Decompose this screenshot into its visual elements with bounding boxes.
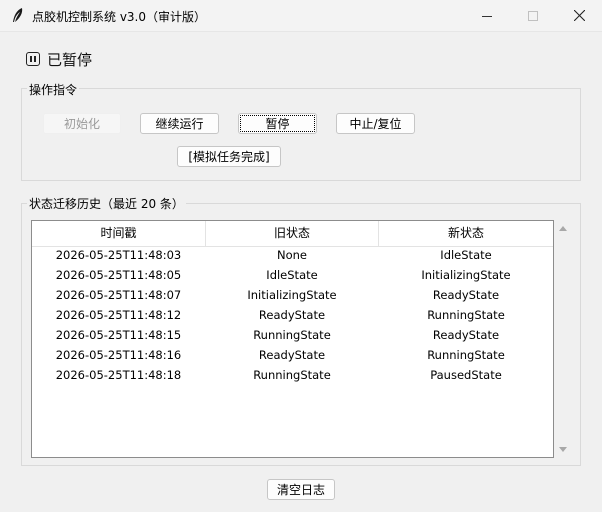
operations-group [21,88,581,181]
timestamp-cell: 2026-05-25T11:48:16 [55,348,182,362]
resume-button[interactable]: 继续运行 [140,113,219,134]
old-state-cell: RunningState [253,368,331,382]
table-header: 时间戳 旧状态 新状态 [32,221,553,247]
scroll-down-arrow-icon[interactable] [558,446,568,454]
window-title: 点胶机控制系统 v3.0（审计版） [32,10,207,24]
table-row[interactable]: 2026-05-25T11:48:03 None IdleState [32,245,553,265]
minimize-button[interactable] [464,0,510,31]
column-header-new-state[interactable]: 新状态 [379,221,553,246]
close-icon [573,10,585,21]
timestamp-cell: 2026-05-25T11:48:12 [55,308,182,322]
timestamp-cell: 2026-05-25T11:48:05 [55,268,182,282]
pause-icon [26,52,40,66]
table-row[interactable]: 2026-05-25T11:48:12 ReadyState RunningSt… [32,305,553,325]
status-text: 已暂停 [47,50,93,69]
history-group-label: 状态迁移历史（最近 20 条） [27,195,186,212]
new-state-cell: InitializingState [421,268,511,282]
old-state-cell: InitializingState [247,288,337,302]
new-state-cell: RunningState [427,308,505,322]
simulate-complete-button[interactable]: [模拟任务完成] [177,146,281,167]
status-indicator: 已暂停 [26,49,92,69]
table-row[interactable]: 2026-05-25T11:48:18 RunningState PausedS… [32,365,553,385]
maximize-icon [528,10,538,21]
history-table[interactable]: 时间戳 旧状态 新状态 2026-05-25T11:48:03 None Idl… [31,220,554,458]
new-state-cell: RunningState [427,348,505,362]
old-state-cell: IdleState [266,268,318,282]
table-row[interactable]: 2026-05-25T11:48:05 IdleState Initializi… [32,265,553,285]
title-bar: 点胶机控制系统 v3.0（审计版） [0,0,602,32]
table-row[interactable]: 2026-05-25T11:48:07 InitializingState Re… [32,285,553,305]
scroll-up-arrow-icon[interactable] [558,224,568,232]
pause-button[interactable]: 暂停 [238,113,317,134]
timestamp-cell: 2026-05-25T11:48:15 [55,328,182,342]
minimize-icon [482,15,492,17]
new-state-cell: IdleState [440,248,492,262]
stop-reset-button[interactable]: 中止/复位 [336,113,415,134]
timestamp-cell: 2026-05-25T11:48:18 [55,368,182,382]
old-state-cell: ReadyState [258,348,326,362]
feather-icon [13,8,23,22]
operations-group-label: 操作指令 [27,81,80,98]
new-state-cell: ReadyState [432,288,500,302]
table-row[interactable]: 2026-05-25T11:48:15 RunningState ReadySt… [32,325,553,345]
old-state-cell: ReadyState [258,308,326,322]
column-header-timestamp[interactable]: 时间戳 [32,221,205,246]
timestamp-cell: 2026-05-25T11:48:07 [55,288,182,302]
new-state-cell: ReadyState [432,328,500,342]
timestamp-cell: 2026-05-25T11:48:03 [55,248,182,262]
close-button[interactable] [556,0,602,31]
new-state-cell: PausedState [430,368,502,382]
column-header-old-state[interactable]: 旧状态 [206,221,378,246]
clear-log-button[interactable]: 清空日志 [267,479,335,500]
old-state-cell: None [276,248,307,262]
maximize-button[interactable] [510,0,556,31]
table-row[interactable]: 2026-05-25T11:48:16 ReadyState RunningSt… [32,345,553,365]
old-state-cell: RunningState [253,328,331,342]
init-button[interactable]: 初始化 [43,113,121,134]
